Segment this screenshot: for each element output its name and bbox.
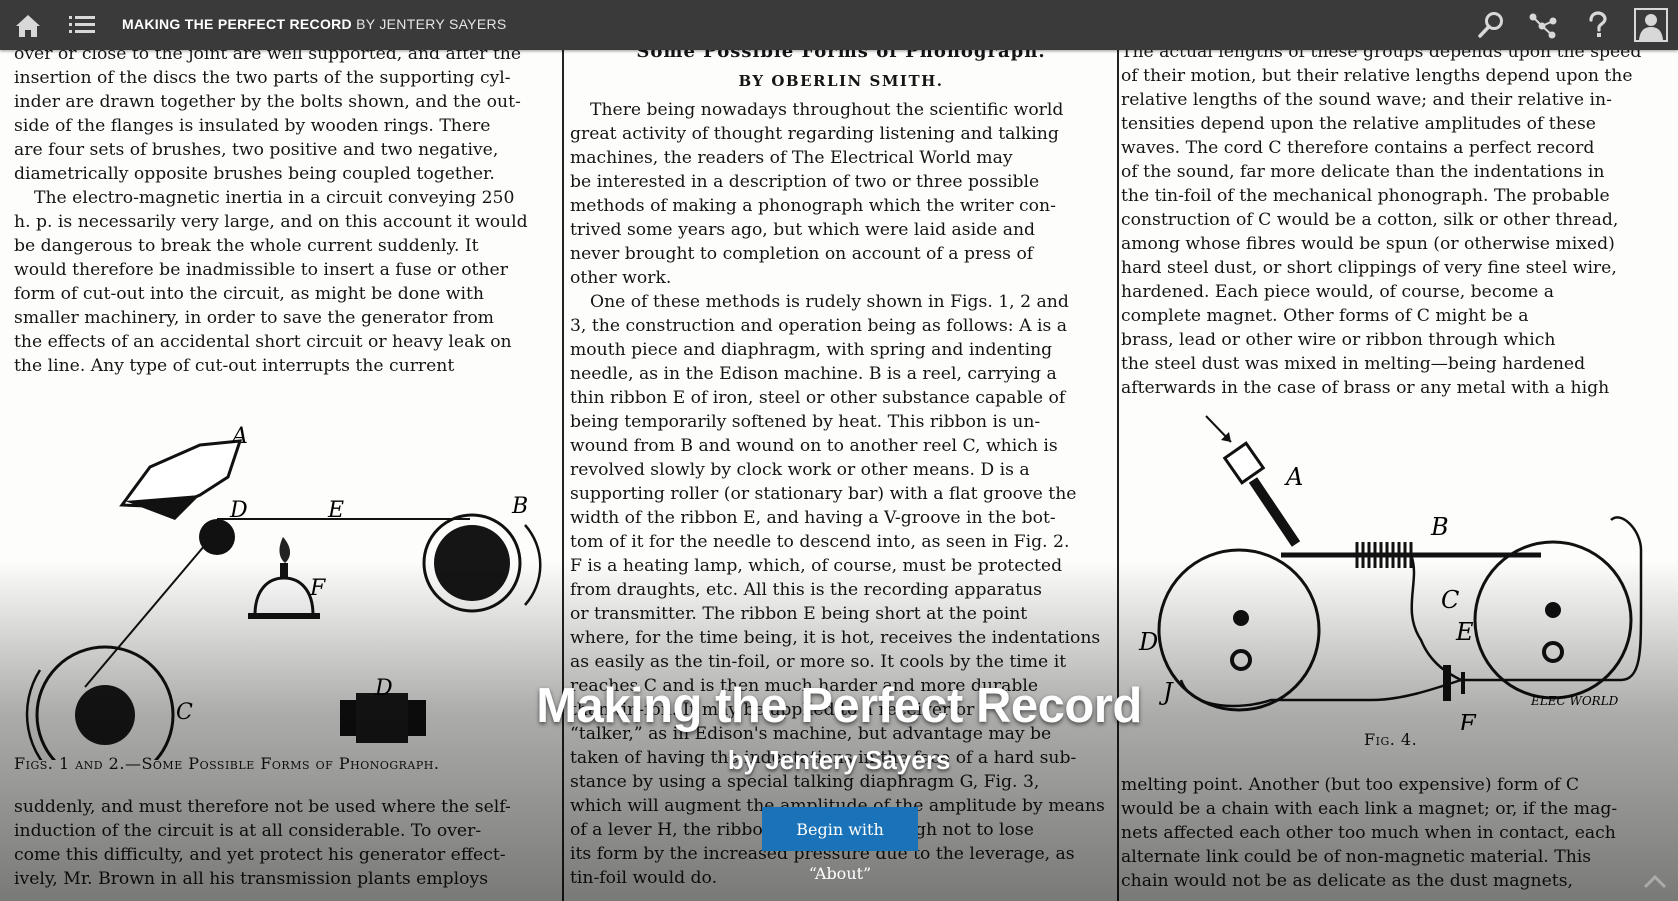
text-line: suddenly, and must therefore not be used… bbox=[14, 797, 511, 817]
figure-label: E bbox=[327, 498, 344, 523]
text-line: form of cut-out into the circuit, as mig… bbox=[14, 284, 484, 304]
text-line: induction of the circuit is at all consi… bbox=[14, 821, 482, 841]
text-line: among whose fibres would be spun (or oth… bbox=[1121, 234, 1615, 254]
text-line: inder are drawn together by the bolts sh… bbox=[14, 92, 521, 112]
top-navigation-bar: MAKING THE PERFECT RECORD BY JENTERY SAY… bbox=[0, 0, 1678, 50]
figure-label: E bbox=[1455, 618, 1474, 646]
col3-text-bottom: melting point. Another (but too expensiv… bbox=[1121, 773, 1678, 893]
text-line: The actual lengths of these groups depen… bbox=[1121, 50, 1642, 62]
text-line: machines, the readers of The Electrical … bbox=[570, 148, 1013, 168]
text-line: of the sound, far more delicate than the… bbox=[1121, 162, 1605, 182]
text-line: mouth piece and diaphragm, with spring a… bbox=[570, 340, 1053, 360]
text-line: One of these methods is rudely shown in … bbox=[590, 292, 1069, 312]
text-line: side of the flanges is insulated by wood… bbox=[14, 116, 491, 136]
text-line: from draughts, etc. All this is the reco… bbox=[570, 580, 1042, 600]
book-title-text: MAKING THE PERFECT RECORD bbox=[122, 16, 352, 32]
text-line: thin ribbon E of iron, steel or other su… bbox=[570, 388, 1066, 408]
text-line: the line. Any type of cut-out interrupts… bbox=[14, 356, 455, 376]
text-line: hard steel dust, or short clippings of v… bbox=[1121, 258, 1617, 278]
text-line: afterwards in the case of brass or any m… bbox=[1121, 378, 1610, 398]
text-line: melting point. Another (but too expensiv… bbox=[1121, 775, 1580, 795]
text-line: chain would not be as delicate as the du… bbox=[1121, 871, 1573, 891]
expand-corner-icon[interactable] bbox=[1642, 869, 1668, 895]
text-line: 3, the construction and operation being … bbox=[570, 316, 1067, 336]
visualization-icon[interactable] bbox=[1527, 9, 1559, 41]
text-line: brass, lead or other wire or ribbon thro… bbox=[1121, 330, 1556, 350]
text-line: construction of C would be a cotton, sil… bbox=[1121, 210, 1619, 230]
menu-list-icon[interactable] bbox=[66, 9, 98, 41]
article-author: BY OBERLIN SMITH. bbox=[738, 72, 944, 90]
text-line: diametrically opposite brushes being cou… bbox=[14, 164, 495, 184]
text-line: as easily as the tin-foil, or more so. I… bbox=[570, 652, 1067, 672]
text-line: nets affected each other too much when i… bbox=[1121, 823, 1616, 843]
text-line: other work. bbox=[570, 268, 672, 288]
text-line: supporting roller (or stationary bar) wi… bbox=[570, 484, 1077, 504]
text-line: tensities depend upon the relative ampli… bbox=[1121, 114, 1596, 134]
text-line: relative lengths of the sound wave; and … bbox=[1121, 90, 1612, 110]
text-line: never brought to completion on account o… bbox=[570, 244, 1034, 264]
text-line: waves. The cord C therefore contains a p… bbox=[1121, 138, 1595, 158]
book-author-text: BY JENTERY SAYERS bbox=[356, 16, 507, 32]
user-icon[interactable] bbox=[1634, 8, 1668, 42]
text-line: methods of making a phonograph which the… bbox=[570, 196, 1056, 216]
text-line: would be a chain with each link a magnet… bbox=[1121, 799, 1618, 819]
figure-label: C bbox=[1441, 586, 1459, 614]
text-line: the steel dust was mixed in melting—bein… bbox=[1121, 354, 1586, 374]
text-line: h. p. is necessarily very large, and on … bbox=[14, 212, 528, 232]
text-line: be interested in a description of two or… bbox=[570, 172, 1040, 192]
text-line: smaller machinery, in order to save the … bbox=[14, 308, 494, 328]
article-heading: Some Possible Forms of Phonograph. bbox=[636, 50, 1046, 62]
text-line: trived some years ago, but which were la… bbox=[570, 220, 1036, 240]
text-line: are four sets of brushes, two positive a… bbox=[14, 140, 499, 160]
text-line: come this difficulty, and yet protect hi… bbox=[14, 845, 506, 865]
search-icon[interactable] bbox=[1475, 9, 1507, 41]
figure-label: A bbox=[230, 424, 248, 449]
text-line: or transmitter. The ribbon E being short… bbox=[570, 604, 1028, 624]
book-title[interactable]: MAKING THE PERFECT RECORD BY JENTERY SAY… bbox=[122, 16, 507, 32]
text-line: insertion of the discs the two parts of … bbox=[14, 68, 511, 88]
text-line: F is a heating lamp, which, of course, m… bbox=[570, 556, 1063, 576]
text-line: great activity of thought regarding list… bbox=[570, 124, 1059, 144]
text-line: revolved slowly by clock work or other m… bbox=[570, 460, 1030, 480]
begin-with-about-button[interactable]: Begin with “About” bbox=[762, 807, 918, 883]
text-line: complete magnet. Other forms of C might … bbox=[1121, 306, 1529, 326]
text-line: the effects of an accidental short circu… bbox=[14, 332, 512, 352]
text-line: wound from B and wound on to another ree… bbox=[570, 436, 1058, 456]
text-line: needle, as in the Edison machine. B is a… bbox=[570, 364, 1057, 384]
cover-subtitle: by Jentery Sayers bbox=[727, 745, 951, 775]
figure-label: F bbox=[309, 576, 326, 601]
text-line: would therefore be inadmissible to inser… bbox=[14, 260, 508, 280]
figure-label: B bbox=[511, 494, 528, 519]
help-icon[interactable] bbox=[1581, 9, 1613, 41]
col3-text-top: The actual lengths of these groups depen… bbox=[1121, 50, 1678, 400]
text-line: tom of it for the needle to descend into… bbox=[570, 532, 1070, 552]
figure-label: A bbox=[1284, 463, 1303, 491]
col1-text-top: over or close to the joint are well supp… bbox=[0, 50, 560, 378]
text-line: The electro-magnetic inertia in a circui… bbox=[34, 188, 515, 208]
text-line: There being nowadays throughout the scie… bbox=[590, 100, 1064, 120]
cover-title: Making the Perfect Record bbox=[536, 679, 1142, 733]
text-line: hardened. Each piece would, of course, b… bbox=[1121, 282, 1554, 302]
text-line: width of the ribbon E, and having a V-gr… bbox=[570, 508, 1056, 528]
text-line: alternate link could be of non-magnetic … bbox=[1121, 847, 1592, 867]
text-line: ively, Mr. Brown in all his transmission… bbox=[14, 869, 489, 889]
home-icon[interactable] bbox=[12, 9, 44, 41]
text-line: be dangerous to break the whole current … bbox=[14, 236, 479, 256]
text-line: being temporarily softened by heat. This… bbox=[570, 412, 1041, 432]
text-line: of their motion, but their relative leng… bbox=[1121, 66, 1633, 86]
text-line: the tin-foil of the mechanical phonograp… bbox=[1121, 186, 1610, 206]
text-line: where, for the time being, it is hot, re… bbox=[570, 628, 1101, 648]
figure-label: D bbox=[1138, 628, 1158, 656]
figure-label: B bbox=[1430, 513, 1449, 541]
text-line: over or close to the joint are well supp… bbox=[14, 50, 522, 64]
col1-text-bottom: suddenly, and must therefore not be used… bbox=[0, 795, 560, 891]
